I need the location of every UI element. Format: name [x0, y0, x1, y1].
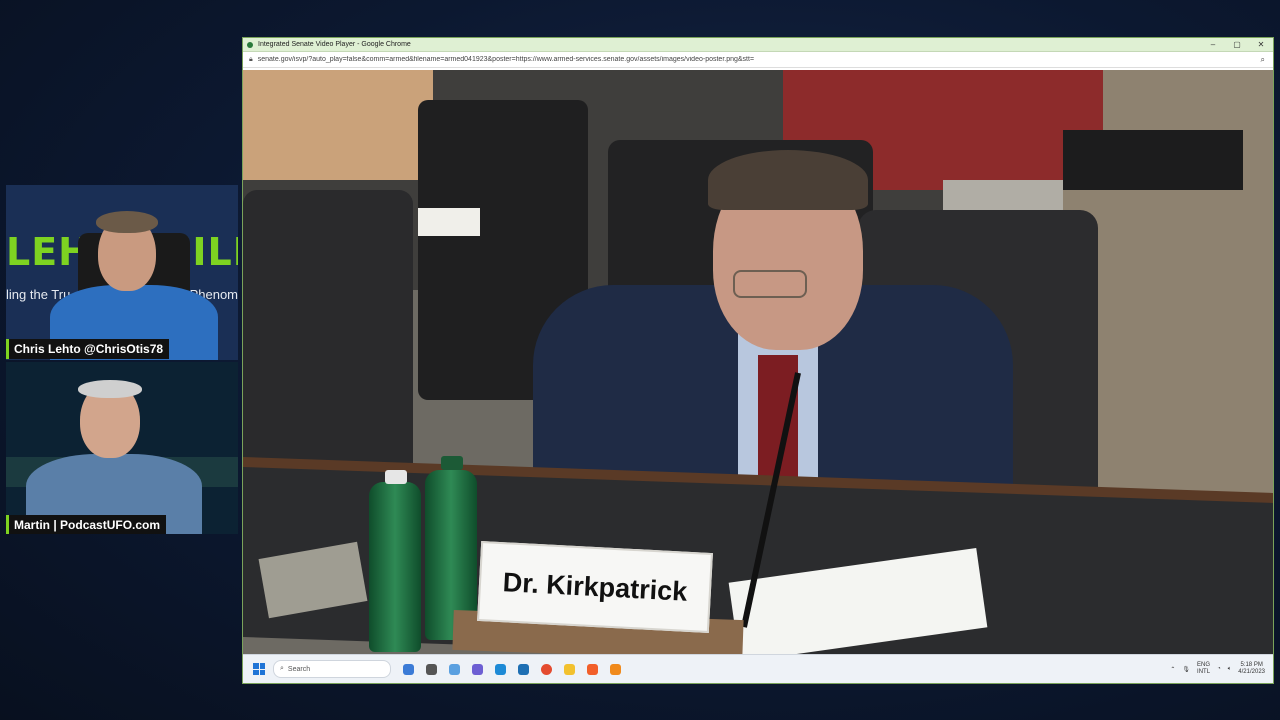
- system-tray: ⌃ 🎙︎ ENG INTL ◔ 🔈︎ 5:18 PM 4/21/2023: [1170, 662, 1273, 676]
- weather-icon[interactable]: [449, 663, 460, 675]
- brave-browser-icon[interactable]: [587, 663, 598, 675]
- chrome-browser-icon[interactable]: [541, 663, 552, 675]
- clock-date: 4/21/2023: [1238, 669, 1265, 675]
- audience-member-tan: [243, 70, 433, 180]
- senate-favicon-icon: [247, 41, 253, 48]
- windows-taskbar: ⌕ Search ⌃ 🎙︎ ENG INTL ◔ 🔈︎ 5:18 PM 4/21…: [243, 654, 1273, 683]
- search-icon: ⌕: [280, 665, 284, 672]
- host-webcam-chris: LEHTO FILES ling the Tru Phenom Chris Le…: [6, 185, 238, 360]
- bottle-cap-green: [441, 456, 463, 470]
- address-bar[interactable]: 🔒︎ senate.gov/isvp/?auto_play=false&comm…: [243, 52, 1273, 68]
- clock-time: 5:18 PM: [1240, 662, 1263, 668]
- vlc-icon[interactable]: [610, 663, 621, 675]
- chair-far-right: [1063, 130, 1243, 190]
- task-view-icon[interactable]: [426, 663, 437, 675]
- zoom-icon[interactable]: ⌕: [1261, 55, 1265, 65]
- chair-left: [243, 190, 413, 490]
- witness-glasses: [733, 270, 807, 298]
- lang-bottom: INTL: [1197, 669, 1211, 675]
- taskbar-search-input[interactable]: ⌕ Search: [273, 660, 391, 678]
- widgets-icon[interactable]: [403, 663, 414, 675]
- close-button[interactable]: ✕: [1249, 40, 1273, 49]
- store-icon[interactable]: [518, 663, 529, 675]
- microphone-icon[interactable]: 🎙︎: [1182, 666, 1190, 673]
- url-text[interactable]: senate.gov/isvp/?auto_play=false&comm=ar…: [258, 56, 1261, 63]
- lock-icon: 🔒︎: [249, 55, 253, 63]
- clock[interactable]: 5:18 PM 4/21/2023: [1238, 662, 1265, 676]
- video-player[interactable]: Dr. Kirkpatrick: [243, 70, 1273, 655]
- bottle-cap-white: [385, 470, 407, 484]
- lang-top: ENG: [1197, 662, 1211, 668]
- chevron-up-icon[interactable]: ⌃: [1170, 666, 1175, 673]
- witness-hair: [708, 150, 868, 210]
- water-bottle-1: [369, 482, 421, 652]
- window-titlebar: Integrated Senate Video Player - Google …: [243, 38, 1273, 52]
- reserved-card: [418, 208, 480, 236]
- host-webcam-martin: Martin | PodcastUFO.com: [6, 362, 238, 534]
- host-name-tag-chris: Chris Lehto @ChrisOtis78: [6, 339, 170, 359]
- windows-start-icon[interactable]: [253, 663, 265, 675]
- host-name-tag-martin: Martin | PodcastUFO.com: [6, 515, 167, 534]
- maximize-button[interactable]: ▢: [1225, 40, 1249, 49]
- chat-icon[interactable]: [472, 663, 483, 675]
- edge-browser-icon[interactable]: [495, 663, 506, 675]
- file-explorer-icon[interactable]: [564, 663, 575, 675]
- volume-icon[interactable]: 🔈︎: [1228, 666, 1232, 673]
- search-placeholder: Search: [287, 665, 311, 673]
- window-title: Integrated Senate Video Player - Google …: [258, 41, 411, 48]
- browser-window: Integrated Senate Video Player - Google …: [243, 38, 1273, 683]
- language-indicator[interactable]: ENG INTL: [1197, 662, 1210, 676]
- network-icon[interactable]: ◔: [1217, 666, 1221, 672]
- witness-nameplate: Dr. Kirkpatrick: [477, 540, 713, 634]
- minimize-button[interactable]: –: [1201, 40, 1225, 49]
